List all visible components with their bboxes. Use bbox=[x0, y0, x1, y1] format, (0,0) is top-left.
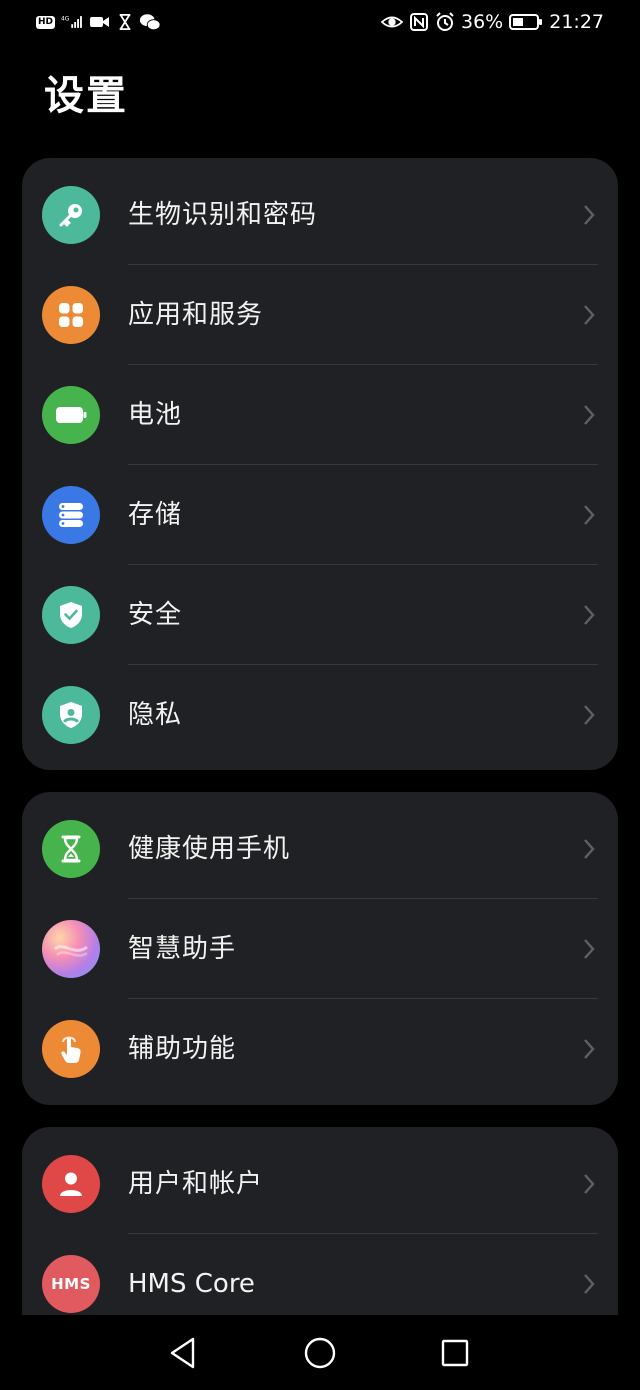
page-title: 设置 bbox=[44, 73, 128, 119]
settings-group-3: 用户和帐户 HMS HMS Core bbox=[22, 1127, 618, 1327]
settings-item-label: 应用和服务 bbox=[128, 300, 264, 330]
chevron-right-icon bbox=[584, 405, 595, 425]
battery-icon bbox=[42, 386, 100, 444]
chevron-right-icon bbox=[584, 305, 595, 325]
settings-item-label: 生物识别和密码 bbox=[128, 200, 318, 230]
settings-item-label: 辅助功能 bbox=[128, 1034, 237, 1064]
navigation-bar bbox=[0, 1315, 640, 1390]
settings-item-digital-balance[interactable]: 健康使用手机 bbox=[22, 799, 618, 899]
chevron-right-icon bbox=[584, 939, 595, 959]
settings-item-label: 用户和帐户 bbox=[128, 1169, 264, 1199]
signal-icon: 4G bbox=[61, 16, 82, 28]
back-button[interactable] bbox=[163, 1333, 203, 1373]
back-triangle-icon bbox=[170, 1337, 195, 1369]
recent-square-icon bbox=[441, 1339, 469, 1367]
hms-logo-text: HMS bbox=[51, 1275, 91, 1293]
hourglass-icon bbox=[42, 820, 100, 878]
battery-percent: 36% bbox=[461, 11, 504, 33]
settings-item-security[interactable]: 安全 bbox=[22, 565, 618, 665]
settings-item-users-accounts[interactable]: 用户和帐户 bbox=[22, 1134, 618, 1234]
chevron-right-icon bbox=[584, 605, 595, 625]
settings-item-biometrics-password[interactable]: 生物识别和密码 bbox=[22, 165, 618, 265]
chevron-right-icon bbox=[584, 1274, 595, 1294]
hourglass-status-icon bbox=[119, 14, 131, 30]
home-circle-icon bbox=[304, 1337, 336, 1369]
shield-check-icon bbox=[42, 586, 100, 644]
settings-item-storage[interactable]: 存储 bbox=[22, 465, 618, 565]
user-icon bbox=[42, 1155, 100, 1213]
settings-item-privacy[interactable]: 隐私 bbox=[22, 665, 618, 765]
settings-group-1: 生物识别和密码 应用和服务 电池 存储 安全 隐私 bbox=[22, 158, 618, 770]
chevron-right-icon bbox=[584, 705, 595, 725]
recent-apps-button[interactable] bbox=[435, 1333, 475, 1373]
status-right: 36% 21:27 bbox=[381, 10, 604, 34]
settings-item-apps-services[interactable]: 应用和服务 bbox=[22, 265, 618, 365]
chevron-right-icon bbox=[584, 1039, 595, 1059]
hd-badge: HD bbox=[36, 15, 56, 29]
settings-item-label: 智慧助手 bbox=[128, 934, 237, 964]
settings-item-accessibility[interactable]: 辅助功能 bbox=[22, 999, 618, 1099]
hand-tap-icon bbox=[42, 1020, 100, 1078]
network-type-label: 4G bbox=[61, 17, 70, 23]
settings-item-label: 存储 bbox=[128, 500, 183, 530]
wechat-icon bbox=[139, 14, 161, 31]
battery-status-icon bbox=[509, 14, 543, 30]
privacy-shield-icon bbox=[42, 686, 100, 744]
status-bar: HD 4G 36% 21:27 bbox=[0, 0, 640, 44]
storage-icon bbox=[42, 486, 100, 544]
chevron-right-icon bbox=[584, 205, 595, 225]
apps-grid-icon bbox=[42, 286, 100, 344]
chevron-right-icon bbox=[584, 1174, 595, 1194]
key-icon bbox=[42, 186, 100, 244]
settings-group-2: 健康使用手机 智慧助手 辅助功能 bbox=[22, 792, 618, 1105]
settings-item-label: HMS Core bbox=[128, 1269, 255, 1299]
alarm-icon bbox=[436, 12, 454, 31]
chevron-right-icon bbox=[584, 839, 595, 859]
settings-item-battery[interactable]: 电池 bbox=[22, 365, 618, 465]
hms-logo-icon: HMS bbox=[42, 1255, 100, 1313]
settings-item-label: 电池 bbox=[128, 400, 183, 430]
clock: 21:27 bbox=[549, 11, 604, 33]
status-left: HD 4G bbox=[36, 10, 161, 34]
settings-item-smart-assistant[interactable]: 智慧助手 bbox=[22, 899, 618, 999]
chevron-right-icon bbox=[584, 505, 595, 525]
settings-item-label: 健康使用手机 bbox=[128, 834, 291, 864]
video-camera-icon bbox=[90, 17, 110, 27]
assistant-orb-icon bbox=[42, 920, 100, 978]
eye-comfort-icon bbox=[381, 16, 403, 28]
home-button[interactable] bbox=[300, 1333, 340, 1373]
settings-item-label: 安全 bbox=[128, 600, 183, 630]
nfc-icon bbox=[410, 13, 428, 31]
settings-item-hms-core[interactable]: HMS HMS Core bbox=[22, 1234, 618, 1327]
settings-item-label: 隐私 bbox=[128, 700, 183, 730]
